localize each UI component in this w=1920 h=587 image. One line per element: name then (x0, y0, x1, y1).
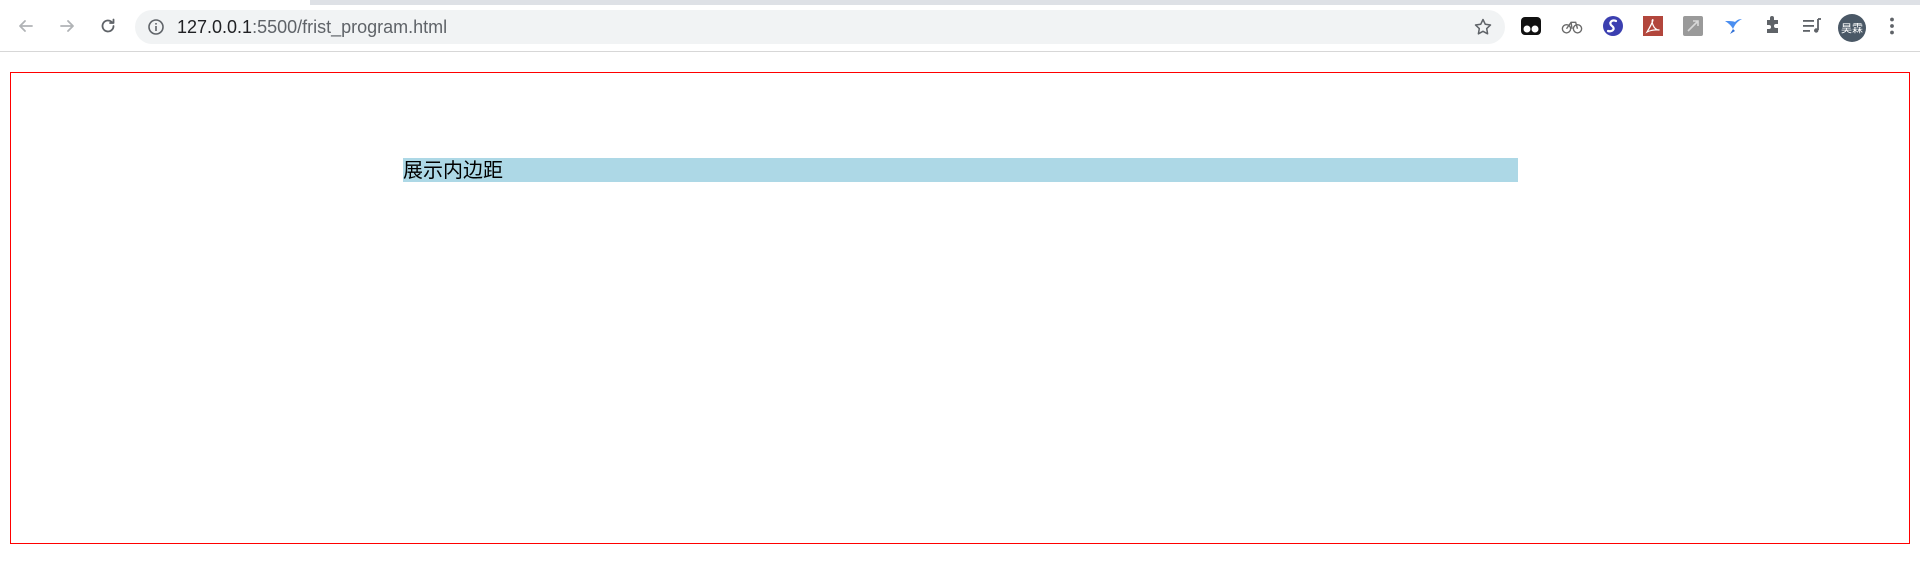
bordered-container: 展示内边距 (10, 72, 1910, 544)
profile-avatar[interactable]: 昊霖 (1838, 14, 1866, 42)
forward-button[interactable] (53, 12, 81, 40)
info-icon[interactable] (147, 18, 165, 36)
grey-extension-icon[interactable] (1682, 15, 1704, 37)
s-logo-icon[interactable] (1602, 15, 1624, 37)
tampermonkey-icon[interactable] (1520, 15, 1542, 37)
media-list-icon[interactable] (1801, 15, 1823, 37)
reload-icon (101, 18, 115, 33)
arrow-left-icon (19, 20, 33, 32)
address-bar[interactable]: 127.0.0.1:5500/frist_program.html (135, 10, 1505, 44)
padded-block: 展示内边距 (403, 158, 1518, 182)
browser-toolbar: 127.0.0.1:5500/frist_program.html 昊霖 (0, 0, 1920, 52)
url-text[interactable]: 127.0.0.1:5500/frist_program.html (177, 18, 447, 36)
page-viewport: 展示内边距 (0, 53, 1920, 587)
url-path: :5500/frist_program.html (252, 17, 448, 37)
tab-strip (310, 0, 1920, 5)
arrow-right-icon (60, 20, 74, 32)
back-button[interactable] (12, 12, 40, 40)
puzzle-icon[interactable] (1762, 15, 1784, 37)
url-host: 127.0.0.1 (177, 17, 253, 37)
menu-kebab-icon[interactable] (1881, 15, 1903, 37)
block-text: 展示内边距 (403, 158, 503, 182)
reload-button[interactable] (94, 12, 122, 40)
bird-icon[interactable] (1722, 15, 1744, 37)
bookmark-star-icon[interactable] (1473, 17, 1493, 37)
bike-icon[interactable] (1561, 15, 1583, 37)
pdf-icon[interactable] (1642, 15, 1664, 37)
